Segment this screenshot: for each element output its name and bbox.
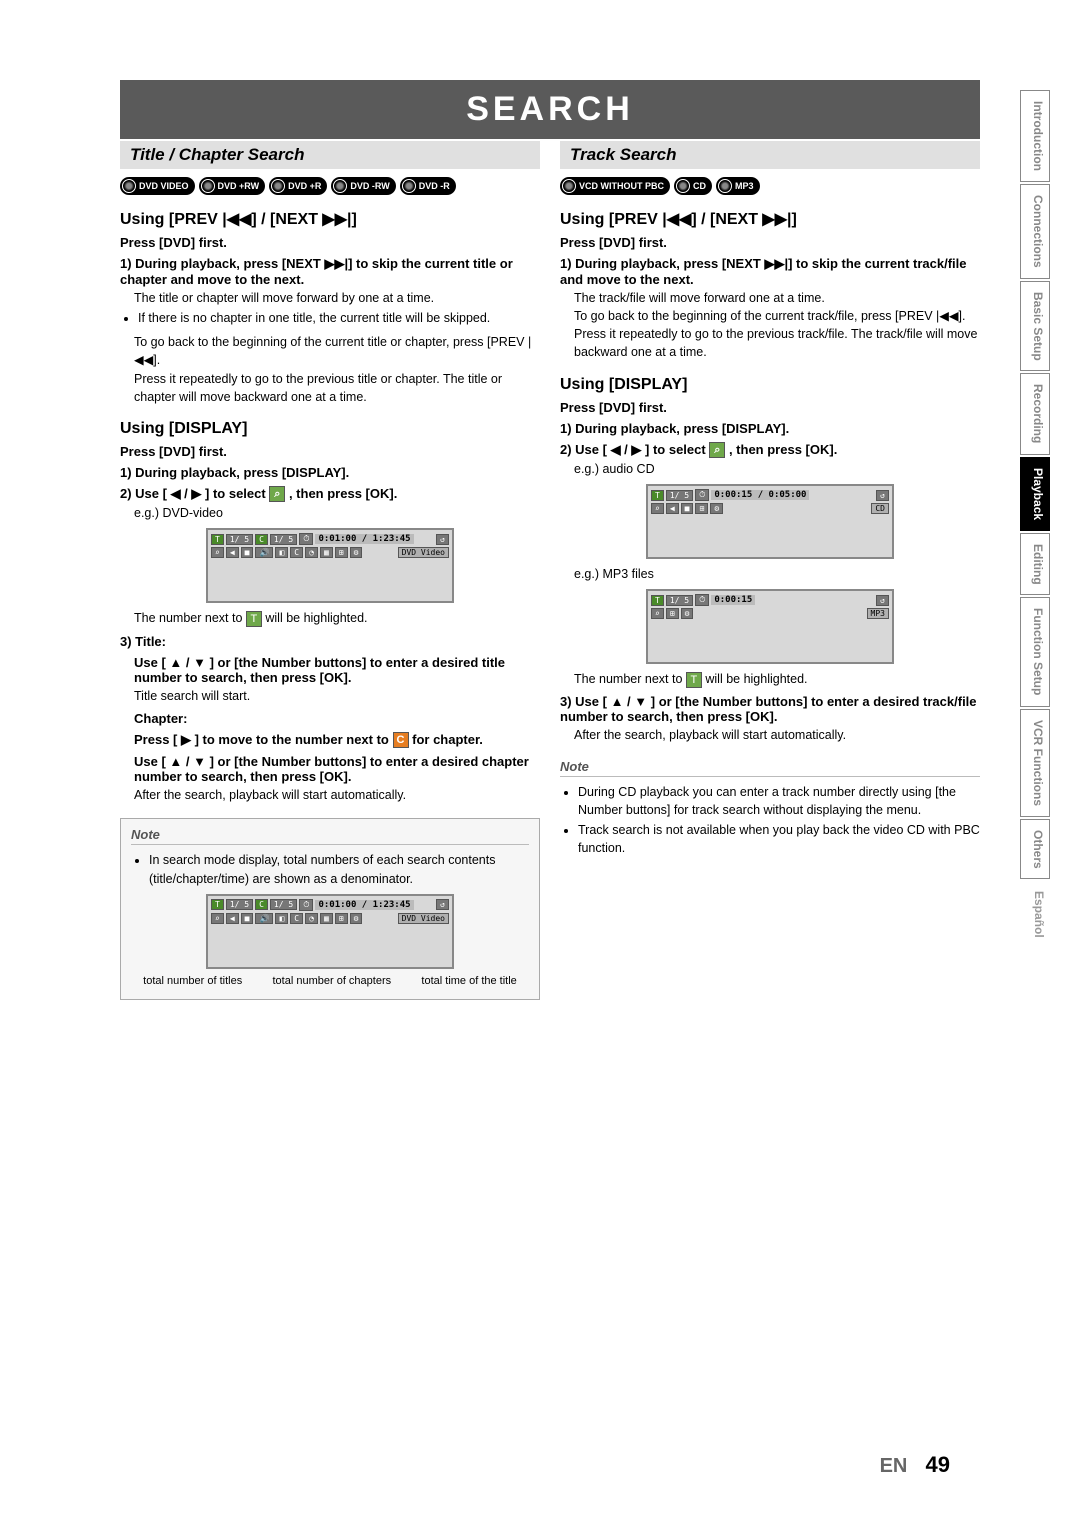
right-disc-badges: VCD WITHOUT PBC CD MP3 [560,177,980,195]
tab-recording[interactable]: Recording [1020,373,1050,454]
right-column: Track Search VCD WITHOUT PBC CD MP3 Usin… [560,141,980,1000]
chapter-use: Use [ ▲ / ▼ ] or [the Number buttons] to… [134,754,540,784]
tab-editing[interactable]: Editing [1020,533,1050,596]
osd-mp3: T1/ 5 ⏱0:00:15 ↺ ⌕⊞⚙ MP3 [646,589,894,664]
diagram-label-time: total time of the title [421,975,516,987]
chapter-press: Press [ ▶ ] to move to the number next t… [134,732,540,749]
left-step3-use: Use [ ▲ / ▼ ] or [the Number buttons] to… [134,655,540,685]
badge-mp3: MP3 [716,177,760,195]
left-step3-body: Title search will start. [134,687,540,705]
left-disc-badges: DVD VIDEO DVD +RW DVD +R DVD -RW DVD -R [120,177,540,195]
t-icon: T [246,611,262,627]
left-note: Note In search mode display, total numbe… [120,818,540,999]
osd-dvd-video: T1/ 5 C1/ 5 ⏱0:01:00 / 1:23:45 ↺ ⌕◀■🔊◧C◔… [206,528,454,603]
search-icon: ⌕ [269,486,285,502]
left-eg: e.g.) DVD-video [134,504,540,522]
c-icon: C [393,732,409,748]
heading-using-display: Using [DISPLAY] [120,420,540,438]
badge-dvd-minusr: DVD -R [400,177,456,195]
section-header-track: Track Search [560,141,980,169]
left-note-body: In search mode display, total numbers of… [149,851,529,887]
page-title: SEARCH [120,80,980,139]
right-step3-body: After the search, playback will start au… [574,726,980,744]
tab-introduction[interactable]: Introduction [1020,90,1050,182]
badge-cd: CD [674,177,712,195]
left-dstep2: 2) Use [ ◀ / ▶ ] to select ⌕ , then pres… [120,486,540,503]
right-step1: 1) During playback, press [NEXT ▶▶|] to … [560,256,980,287]
tab-playback[interactable]: Playback [1020,457,1050,531]
right-step3: 3) Use [ ▲ / ▼ ] or [the Number buttons]… [560,694,980,724]
press-dvd-first-r: Press [DVD] first. [560,235,980,250]
tab-espanol[interactable]: Español [1020,881,1050,948]
page-footer: EN 49 [880,1452,950,1478]
right-highlight: The number next to T will be highlighted… [574,670,980,688]
section-header-title-chapter: Title / Chapter Search [120,141,540,169]
tab-vcr-functions[interactable]: VCR Functions [1020,709,1050,817]
press-dvd-first-r2: Press [DVD] first. [560,400,980,415]
right-step1-body: The track/file will move forward one at … [574,289,980,307]
left-step1-bullet: If there is no chapter in one title, the… [138,309,540,327]
right-note-b2: Track search is not available when you p… [578,821,980,857]
tab-function-setup[interactable]: Function Setup [1020,597,1050,706]
left-highlight: The number next to T will be highlighted… [134,609,540,627]
left-column: Title / Chapter Search DVD VIDEO DVD +RW… [120,141,540,1000]
right-goback: To go back to the beginning of the curre… [574,307,980,325]
diagram-label-chapters: total number of chapters [273,975,392,987]
diagram-label-titles: total number of titles [143,975,242,987]
note-title: Note [131,827,529,845]
heading-using-prev-next: Using [PREV |◀◀] / [NEXT ▶▶|] [120,209,540,229]
badge-dvd-plusr: DVD +R [269,177,327,195]
badge-dvd-minusrw: DVD -RW [331,177,395,195]
right-dstep2: 2) Use [ ◀ / ▶ ] to select ⌕ , then pres… [560,442,980,459]
right-note-b1: During CD playback you can enter a track… [578,783,980,819]
right-dstep1: 1) During playback, press [DISPLAY]. [560,421,980,436]
left-goback2: Press it repeatedly to go to the previou… [134,370,540,406]
chapter-body: After the search, playback will start au… [134,786,540,804]
side-tabs: Introduction Connections Basic Setup Rec… [1020,90,1050,948]
search-icon: ⌕ [709,442,725,458]
chapter-label: Chapter: [134,711,540,726]
press-dvd-first-2: Press [DVD] first. [120,444,540,459]
note-title-r: Note [560,759,980,777]
heading-using-display-r: Using [DISPLAY] [560,376,980,394]
right-eg2: e.g.) MP3 files [574,565,980,583]
left-step1-body: The title or chapter will move forward b… [134,289,540,307]
tab-basic-setup[interactable]: Basic Setup [1020,281,1050,372]
tab-others[interactable]: Others [1020,819,1050,880]
footer-page: 49 [926,1452,950,1477]
right-goback2: Press it repeatedly to go to the previou… [574,325,980,361]
badge-vcd: VCD WITHOUT PBC [560,177,670,195]
press-dvd-first: Press [DVD] first. [120,235,540,250]
osd-diagram: T1/ 5 C1/ 5 ⏱0:01:00 / 1:23:45 ↺ ⌕◀■🔊◧C◔… [206,894,454,969]
heading-using-prev-next-r: Using [PREV |◀◀] / [NEXT ▶▶|] [560,209,980,229]
badge-dvd-video: DVD VIDEO [120,177,195,195]
footer-lang: EN [880,1455,908,1477]
right-note: Note During CD playback you can enter a … [560,759,980,858]
left-step3-label: 3) Title: [120,634,540,649]
t-icon: T [686,672,702,688]
left-dstep1: 1) During playback, press [DISPLAY]. [120,465,540,480]
left-step1: 1) During playback, press [NEXT ▶▶|] to … [120,256,540,287]
tab-connections[interactable]: Connections [1020,184,1050,279]
badge-dvd-plusrw: DVD +RW [199,177,266,195]
right-eg1: e.g.) audio CD [574,460,980,478]
osd-audio-cd: T1/ 5 ⏱0:00:15 / 0:05:00 ↺ ⌕◀■⊞⚙ CD [646,484,894,559]
left-goback: To go back to the beginning of the curre… [134,333,540,369]
